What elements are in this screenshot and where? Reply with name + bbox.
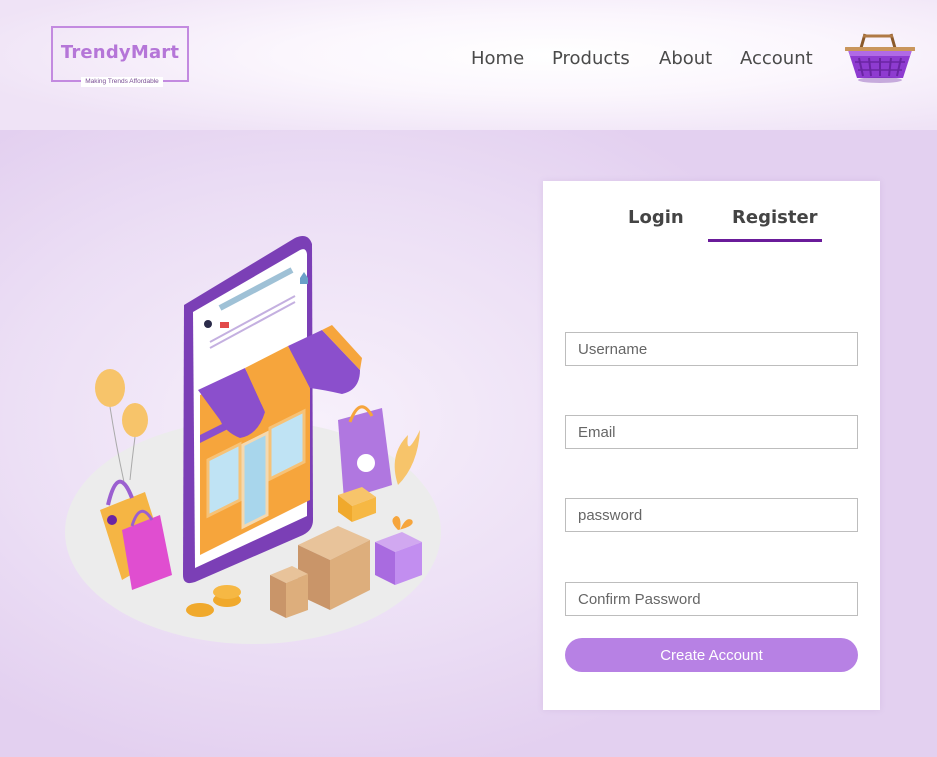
nav-link-about[interactable]: About (659, 48, 712, 69)
auth-panel: Login Register Create Account (543, 181, 880, 710)
create-account-button[interactable]: Create Account (565, 638, 858, 672)
basket-icon[interactable] (845, 30, 915, 86)
confirm-password-input[interactable] (565, 582, 858, 616)
nav-link-account[interactable]: Account (740, 48, 813, 69)
main-nav: Home Products About Account (0, 48, 937, 72)
shopping-illustration (65, 236, 441, 644)
email-input[interactable] (565, 415, 858, 449)
tab-login[interactable]: Login (628, 207, 684, 228)
tab-register[interactable]: Register (732, 207, 818, 228)
nav-link-products[interactable]: Products (552, 48, 630, 69)
nav-link-home[interactable]: Home (471, 48, 524, 69)
username-input[interactable] (565, 332, 858, 366)
password-input[interactable] (565, 498, 858, 532)
site-header: TrendyMart Making Trends Affordable Home… (0, 0, 937, 130)
active-tab-indicator (708, 239, 822, 242)
brand-tagline: Making Trends Affordable (81, 77, 163, 87)
